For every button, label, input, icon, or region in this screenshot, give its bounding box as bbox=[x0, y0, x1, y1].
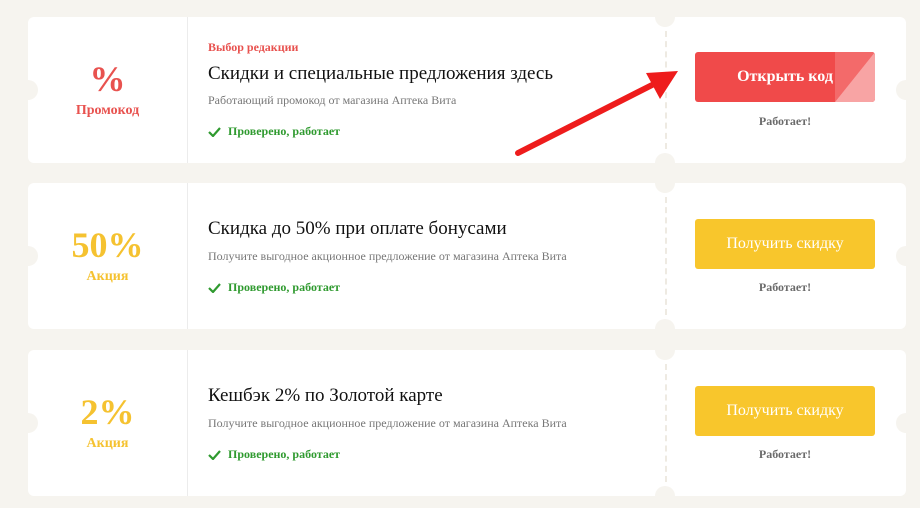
coupon-badge: % Промокод bbox=[28, 17, 188, 163]
ticket-notch bbox=[655, 486, 675, 506]
coupon-description: Получите выгодное акционное предложение … bbox=[208, 416, 567, 430]
coupon-description: Работающий промокод от магазина Аптека В… bbox=[208, 93, 457, 107]
ticket-notch bbox=[655, 153, 675, 173]
ticket-notch bbox=[655, 340, 675, 360]
coupon-info: Скидка до 50% при оплате бонусами Получи… bbox=[208, 183, 648, 329]
badge-value: % bbox=[89, 59, 126, 99]
button-corner-fold bbox=[835, 52, 875, 102]
check-icon bbox=[208, 282, 221, 293]
ticket-notch bbox=[896, 246, 916, 266]
coupon-card: 50% Акция Скидка до 50% при оплате бонус… bbox=[18, 173, 916, 339]
get-discount-button[interactable]: Получить скидку bbox=[695, 219, 875, 269]
coupon-badge: 50% Акция bbox=[28, 183, 188, 329]
check-icon bbox=[208, 449, 221, 460]
badge-value: 2% bbox=[80, 392, 135, 432]
badge-value: 50% bbox=[71, 225, 144, 265]
check-icon bbox=[208, 126, 221, 137]
verified-label: Проверено, работает bbox=[228, 124, 341, 138]
works-status: Работает! bbox=[758, 114, 812, 128]
get-discount-button[interactable]: Получить скидку bbox=[695, 386, 875, 436]
perforation-divider bbox=[665, 364, 667, 482]
coupon-title[interactable]: Скидка до 50% при оплате бонусами bbox=[208, 218, 507, 240]
verified-status: Проверено, работает bbox=[208, 124, 340, 139]
coupon-info: Кешбэк 2% по Золотой карте Получите выго… bbox=[208, 350, 648, 496]
editor-pick-label: Выбор редакции bbox=[208, 40, 299, 54]
verified-label: Проверено, работает bbox=[228, 447, 341, 461]
works-status: Работает! bbox=[758, 447, 812, 461]
ticket-notch bbox=[896, 80, 916, 100]
coupon-info: Выбор редакции Скидки и специальные пред… bbox=[208, 17, 648, 163]
badge-type: Промокод bbox=[75, 103, 140, 118]
coupon-title[interactable]: Кешбэк 2% по Золотой карте bbox=[208, 385, 443, 407]
verified-label: Проверено, работает bbox=[228, 280, 341, 294]
works-status: Работает! bbox=[758, 280, 812, 294]
verified-status: Проверено, работает bbox=[208, 280, 340, 295]
perforation-divider bbox=[665, 31, 667, 149]
coupon-badge: 2% Акция bbox=[28, 350, 188, 496]
coupon-description: Получите выгодное акционное предложение … bbox=[208, 249, 567, 263]
badge-type: Акция bbox=[86, 436, 129, 451]
coupon-card: % Промокод Выбор редакции Скидки и специ… bbox=[18, 7, 916, 173]
perforation-divider bbox=[665, 197, 667, 315]
open-code-label: Открыть код bbox=[737, 68, 833, 85]
ticket-notch bbox=[655, 319, 675, 339]
open-code-button[interactable]: Открыть код bbox=[695, 52, 875, 102]
verified-status: Проверено, работает bbox=[208, 447, 340, 462]
ticket-notch bbox=[655, 7, 675, 27]
coupon-title[interactable]: Скидки и специальные предложения здесь bbox=[208, 63, 553, 85]
ticket-notch bbox=[896, 413, 916, 433]
ticket-notch bbox=[655, 173, 675, 193]
badge-type: Акция bbox=[86, 269, 129, 284]
coupon-card: 2% Акция Кешбэк 2% по Золотой карте Полу… bbox=[18, 340, 916, 506]
